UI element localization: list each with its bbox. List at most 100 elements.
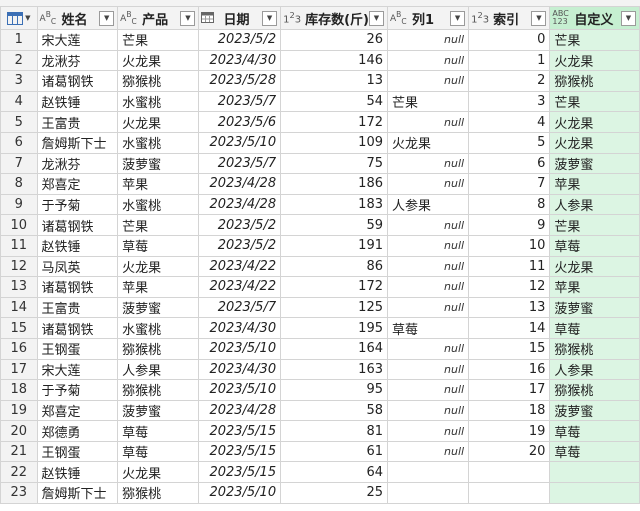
cell-col1[interactable]: null: [386, 214, 470, 236]
cell-custom[interactable]: 草莓: [549, 420, 640, 442]
cell-col1[interactable]: null: [386, 337, 470, 360]
cell-product[interactable]: 水蜜桃: [117, 131, 200, 154]
cell-col1[interactable]: null: [386, 49, 470, 72]
table-row[interactable]: 3 诸葛钢铁 猕猴桃 2023/5/28 13 null 2 猕猴桃: [0, 70, 640, 92]
cell-product[interactable]: 草莓: [117, 440, 200, 463]
cell-product[interactable]: 人参果: [117, 358, 200, 381]
cell-date[interactable]: 2023/5/10: [198, 482, 282, 504]
cell-product[interactable]: 芒果: [117, 29, 200, 51]
cell-date[interactable]: 2023/4/22: [198, 276, 282, 298]
cell-name[interactable]: 郑喜定: [36, 173, 119, 195]
cell-name[interactable]: 龙湫芬: [36, 49, 119, 72]
cell-index[interactable]: 8: [468, 193, 551, 216]
cell-name[interactable]: 王钢蛋: [36, 440, 119, 463]
cell-date[interactable]: 2023/5/28: [198, 70, 282, 92]
cell-custom[interactable]: [549, 461, 640, 484]
cell-product[interactable]: 火龙果: [117, 111, 200, 133]
cell-name[interactable]: 诸葛钢铁: [36, 317, 119, 339]
table-row[interactable]: 4 赵铁锤 水蜜桃 2023/5/7 54 芒果 3 芒果: [0, 90, 640, 113]
cell-index[interactable]: 20: [468, 440, 551, 463]
cell-product[interactable]: 菠萝蜜: [117, 296, 200, 319]
cell-index[interactable]: 1: [468, 49, 551, 72]
cell-name[interactable]: 马凤英: [36, 255, 119, 278]
cell-name[interactable]: 赵铁锤: [36, 90, 119, 113]
filter-dropdown-button[interactable]: ▼: [180, 10, 196, 26]
row-number[interactable]: 16: [0, 337, 38, 360]
cell-custom[interactable]: 苹果: [549, 173, 640, 195]
row-number[interactable]: 13: [0, 276, 38, 298]
table-row[interactable]: 1 宋大莲 芒果 2023/5/2 26 null 0 芒果: [0, 29, 640, 51]
cell-name[interactable]: 诸葛钢铁: [36, 70, 119, 92]
cell-stock[interactable]: 186: [280, 173, 388, 195]
table-row[interactable]: 8 郑喜定 苹果 2023/4/28 186 null 7 苹果: [0, 173, 640, 195]
table-row[interactable]: 19 郑喜定 菠萝蜜 2023/4/28 58 null 18 菠萝蜜: [0, 399, 640, 422]
cell-product[interactable]: 猕猴桃: [117, 337, 200, 360]
cell-col1[interactable]: null: [386, 111, 470, 133]
table-row[interactable]: 9 于予菊 水蜜桃 2023/4/28 183 人参果 8 人参果: [0, 193, 640, 216]
cell-product[interactable]: 水蜜桃: [117, 193, 200, 216]
cell-name[interactable]: 王钢蛋: [36, 337, 119, 360]
cell-date[interactable]: 2023/5/7: [198, 90, 282, 113]
cell-custom[interactable]: 猕猴桃: [549, 379, 640, 401]
cell-stock[interactable]: 26: [280, 29, 388, 51]
cell-stock[interactable]: 172: [280, 276, 388, 298]
cell-date[interactable]: 2023/5/2: [198, 214, 282, 236]
cell-date[interactable]: 2023/5/10: [198, 337, 282, 360]
cell-product[interactable]: 芒果: [117, 214, 200, 236]
row-number[interactable]: 11: [0, 234, 38, 257]
cell-custom[interactable]: 火龙果: [549, 255, 640, 278]
cell-col1[interactable]: null: [386, 440, 470, 463]
cell-col1[interactable]: null: [386, 29, 470, 51]
cell-date[interactable]: 2023/4/30: [198, 49, 282, 72]
cell-stock[interactable]: 81: [280, 420, 388, 442]
cell-date[interactable]: 2023/5/2: [198, 29, 282, 51]
filter-dropdown-button[interactable]: ▼: [99, 10, 115, 26]
cell-date[interactable]: 2023/4/30: [198, 358, 282, 381]
filter-dropdown-button[interactable]: ▼: [262, 10, 278, 26]
cell-stock[interactable]: 61: [280, 440, 388, 463]
table-row[interactable]: 7 龙湫芬 菠萝蜜 2023/5/7 75 null 6 菠萝蜜: [0, 152, 640, 175]
filter-dropdown-button[interactable]: ▼: [450, 10, 466, 26]
table-row[interactable]: 10 诸葛钢铁 芒果 2023/5/2 59 null 9 芒果: [0, 214, 640, 236]
row-number[interactable]: 23: [0, 482, 38, 504]
cell-name[interactable]: 王富贵: [36, 296, 119, 319]
cell-stock[interactable]: 86: [280, 255, 388, 278]
cell-stock[interactable]: 125: [280, 296, 388, 319]
cell-index[interactable]: 16: [468, 358, 551, 381]
row-number[interactable]: 4: [0, 90, 38, 113]
cell-product[interactable]: 水蜜桃: [117, 317, 200, 339]
cell-index[interactable]: 10: [468, 234, 551, 257]
cell-name[interactable]: 赵铁锤: [36, 234, 119, 257]
table-row[interactable]: 18 于予菊 猕猴桃 2023/5/10 95 null 17 猕猴桃: [0, 379, 640, 401]
cell-index[interactable]: 3: [468, 90, 551, 113]
cell-col1[interactable]: null: [386, 276, 470, 298]
cell-product[interactable]: 猕猴桃: [117, 379, 200, 401]
cell-date[interactable]: 2023/5/7: [198, 152, 282, 175]
table-row[interactable]: 12 马凤英 火龙果 2023/4/22 86 null 11 火龙果: [0, 255, 640, 278]
cell-index[interactable]: [468, 461, 551, 484]
cell-col1[interactable]: 火龙果: [386, 131, 470, 154]
cell-col1[interactable]: null: [386, 379, 470, 401]
cell-name[interactable]: 郑喜定: [36, 399, 119, 422]
cell-date[interactable]: 2023/4/22: [198, 255, 282, 278]
row-number[interactable]: 10: [0, 214, 38, 236]
cell-custom[interactable]: 火龙果: [549, 111, 640, 133]
cell-product[interactable]: 菠萝蜜: [117, 152, 200, 175]
cell-col1[interactable]: null: [386, 399, 470, 422]
cell-col1[interactable]: 人参果: [386, 193, 470, 216]
cell-stock[interactable]: 195: [280, 317, 388, 339]
cell-custom[interactable]: 菠萝蜜: [549, 296, 640, 319]
table-row[interactable]: 14 王富贵 菠萝蜜 2023/5/7 125 null 13 菠萝蜜: [0, 296, 640, 319]
table-row[interactable]: 5 王富贵 火龙果 2023/5/6 172 null 4 火龙果: [0, 111, 640, 133]
cell-product[interactable]: 火龙果: [117, 49, 200, 72]
column-header-name[interactable]: ABC 姓名 ▼: [36, 6, 119, 30]
cell-col1[interactable]: 草莓: [386, 317, 470, 339]
cell-product[interactable]: 猕猴桃: [117, 70, 200, 92]
cell-stock[interactable]: 54: [280, 90, 388, 113]
cell-custom[interactable]: 猕猴桃: [549, 337, 640, 360]
cell-index[interactable]: 2: [468, 70, 551, 92]
row-number[interactable]: 2: [0, 49, 38, 72]
cell-stock[interactable]: 25: [280, 482, 388, 504]
cell-custom[interactable]: 草莓: [549, 234, 640, 257]
cell-custom[interactable]: 芒果: [549, 90, 640, 113]
